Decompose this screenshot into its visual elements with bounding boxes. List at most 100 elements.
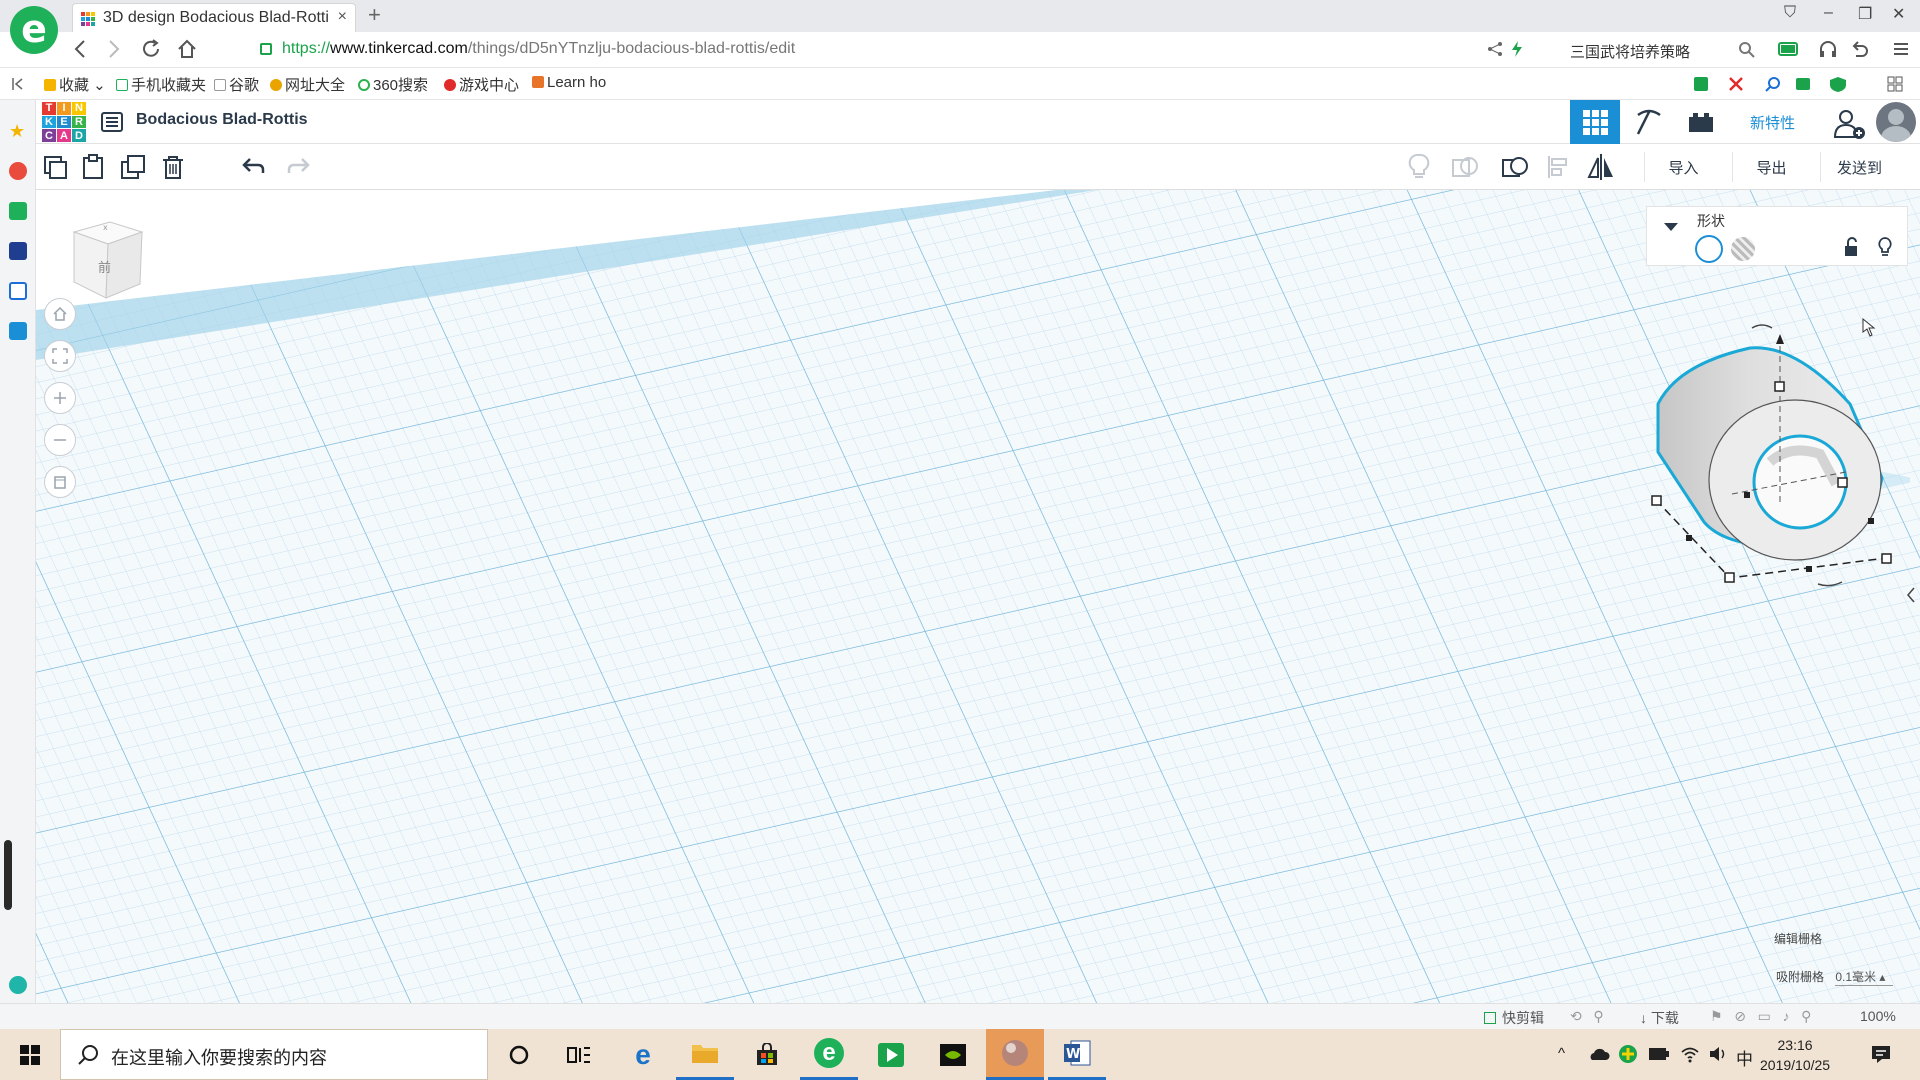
3d-view-button[interactable]	[1570, 100, 1620, 144]
zoom-out-button[interactable]	[44, 424, 76, 456]
taskbar-word[interactable]: W	[1048, 1029, 1106, 1080]
collapse-sidebar-icon[interactable]	[12, 77, 24, 91]
mirror-button[interactable]	[1586, 152, 1616, 182]
design-list-icon[interactable]	[100, 110, 124, 134]
star-icon[interactable]: ★	[9, 122, 27, 140]
bookmark-mobile[interactable]: 手机收藏夹	[116, 74, 206, 95]
undo-history-icon[interactable]	[1850, 40, 1870, 58]
toggle-visibility-button[interactable]	[1404, 152, 1434, 182]
cortana-button[interactable]	[490, 1029, 548, 1080]
bookmark-directory[interactable]: 网址大全	[270, 74, 345, 95]
ungroup-button[interactable]	[1500, 152, 1530, 182]
tinkercad-logo[interactable]: T I N K E R C A D	[42, 102, 86, 142]
taskbar-edge[interactable]: e	[614, 1029, 672, 1080]
view-cube[interactable]: x 前	[70, 218, 146, 300]
back-icon[interactable]	[72, 38, 88, 60]
taskbar-clock[interactable]: 23:16 2019/10/25	[1760, 1035, 1830, 1075]
browser-logo[interactable]: e	[10, 6, 58, 54]
lightbulb-icon[interactable]	[1877, 237, 1893, 257]
search-input[interactable]: 三国武将培养策略	[1560, 36, 1760, 64]
status-tool-icons[interactable]: ⚑ ⊘ ▭ ♪ ⚲	[1710, 1008, 1811, 1025]
new-features-link[interactable]: 新特性	[1750, 112, 1795, 133]
extension-icons[interactable]	[1692, 75, 1912, 93]
taskbar-game[interactable]	[986, 1029, 1044, 1080]
align-button[interactable]	[1544, 152, 1574, 182]
redo-button[interactable]	[284, 152, 314, 182]
taskbar-explorer[interactable]	[676, 1029, 734, 1080]
duplicate-button[interactable]	[118, 152, 148, 182]
home-view-button[interactable]	[44, 298, 76, 330]
taskbar-media-player[interactable]	[862, 1029, 920, 1080]
battery-icon[interactable]	[1648, 1047, 1670, 1061]
add-user-icon[interactable]	[1832, 106, 1866, 140]
reload-icon[interactable]	[140, 38, 162, 60]
edit-grid-link[interactable]: 编辑栅格	[1774, 930, 1822, 947]
forward-icon[interactable]	[106, 38, 122, 60]
fit-view-button[interactable]	[44, 340, 76, 372]
share-icon[interactable]	[1486, 40, 1504, 58]
taskbar-store[interactable]	[738, 1029, 796, 1080]
windows-start-icon[interactable]	[20, 1045, 40, 1065]
bookmark-favorites[interactable]: 收藏 ⌄	[44, 74, 106, 95]
paste-button[interactable]	[78, 152, 108, 182]
headphones-icon[interactable]	[1818, 40, 1838, 58]
wifi-icon[interactable]	[1680, 1045, 1700, 1063]
battery-icon[interactable]	[1778, 42, 1800, 56]
new-tab-button[interactable]: +	[368, 2, 381, 28]
document-icon[interactable]	[9, 282, 27, 300]
group-button[interactable]	[1450, 152, 1480, 182]
weibo-icon[interactable]	[9, 162, 27, 180]
quick-edit-link[interactable]: 快剪辑	[1484, 1008, 1544, 1028]
hole-swatch[interactable]	[1731, 237, 1755, 261]
bricks-view-button[interactable]	[1676, 100, 1726, 144]
undo-button[interactable]	[238, 152, 268, 182]
bookmark-google[interactable]: 谷歌	[214, 74, 259, 95]
snap-grid-select[interactable]: 0.1毫米 ▴	[1835, 968, 1894, 986]
lock-icon[interactable]	[1843, 237, 1859, 257]
copy-button[interactable]	[40, 152, 70, 182]
zoom-in-button[interactable]	[44, 382, 76, 414]
browser-tab[interactable]: 3D design Bodacious Blad-Rotti ×	[72, 3, 356, 32]
add-app-icon[interactable]	[9, 976, 27, 994]
design-title[interactable]: Bodacious Blad-Rottis	[136, 111, 308, 129]
sidebar-scroll-handle[interactable]	[4, 840, 12, 910]
ortho-view-button[interactable]	[44, 466, 76, 498]
tab-close-icon[interactable]: ×	[338, 8, 347, 26]
chevron-down-icon[interactable]	[1663, 221, 1679, 233]
close-window-button[interactable]: ✕	[1892, 4, 1905, 24]
volume-icon[interactable]	[1708, 1045, 1728, 1063]
bookmark-game-center[interactable]: 游戏中心	[444, 74, 519, 95]
download-link[interactable]: ↓ 下载	[1640, 1008, 1679, 1028]
onedrive-icon[interactable]	[1588, 1046, 1610, 1062]
pin-icon[interactable]: ⛉	[1784, 4, 1796, 22]
task-view-button[interactable]	[550, 1029, 608, 1080]
collapse-panel-icon[interactable]	[1906, 586, 1916, 604]
workplane[interactable]	[36, 190, 1920, 1003]
taskbar-search-input[interactable]: 在这里输入你要搜索的内容	[60, 1029, 488, 1080]
minecraft-view-button[interactable]	[1624, 100, 1674, 144]
avatar[interactable]	[1876, 102, 1916, 142]
menu-icon[interactable]	[1892, 40, 1910, 58]
tray-chevron-up-icon[interactable]: ^	[1558, 1045, 1565, 1062]
ime-indicator[interactable]: 中	[1736, 1045, 1753, 1070]
taskbar-360-browser[interactable]: e	[800, 1029, 858, 1080]
notification-icon[interactable]	[1870, 1043, 1892, 1065]
security-icon[interactable]	[1618, 1044, 1638, 1064]
delete-button[interactable]	[158, 152, 188, 182]
restore-button[interactable]: ❐	[1858, 4, 1872, 24]
minimize-button[interactable]: –	[1824, 4, 1833, 22]
chat-icon[interactable]	[9, 322, 27, 340]
lightning-icon[interactable]	[1510, 40, 1524, 58]
zoom-level[interactable]: 100%	[1860, 1008, 1896, 1024]
mail-icon[interactable]	[9, 202, 27, 220]
news-icon[interactable]	[9, 242, 27, 260]
export-button[interactable]: 导出	[1732, 152, 1810, 182]
import-button[interactable]: 导入	[1644, 152, 1722, 182]
send-to-button[interactable]: 发送到	[1820, 152, 1898, 182]
bookmark-360-search[interactable]: 360搜索	[358, 74, 428, 95]
home-icon[interactable]	[176, 38, 198, 60]
search-icon[interactable]	[1738, 41, 1756, 59]
status-icons[interactable]: ⟲ ⚲	[1570, 1008, 1604, 1025]
solid-color-swatch[interactable]	[1695, 235, 1723, 263]
url-field[interactable]: https://www.tinkercad.com/things/dD5nYTn…	[238, 36, 1508, 64]
